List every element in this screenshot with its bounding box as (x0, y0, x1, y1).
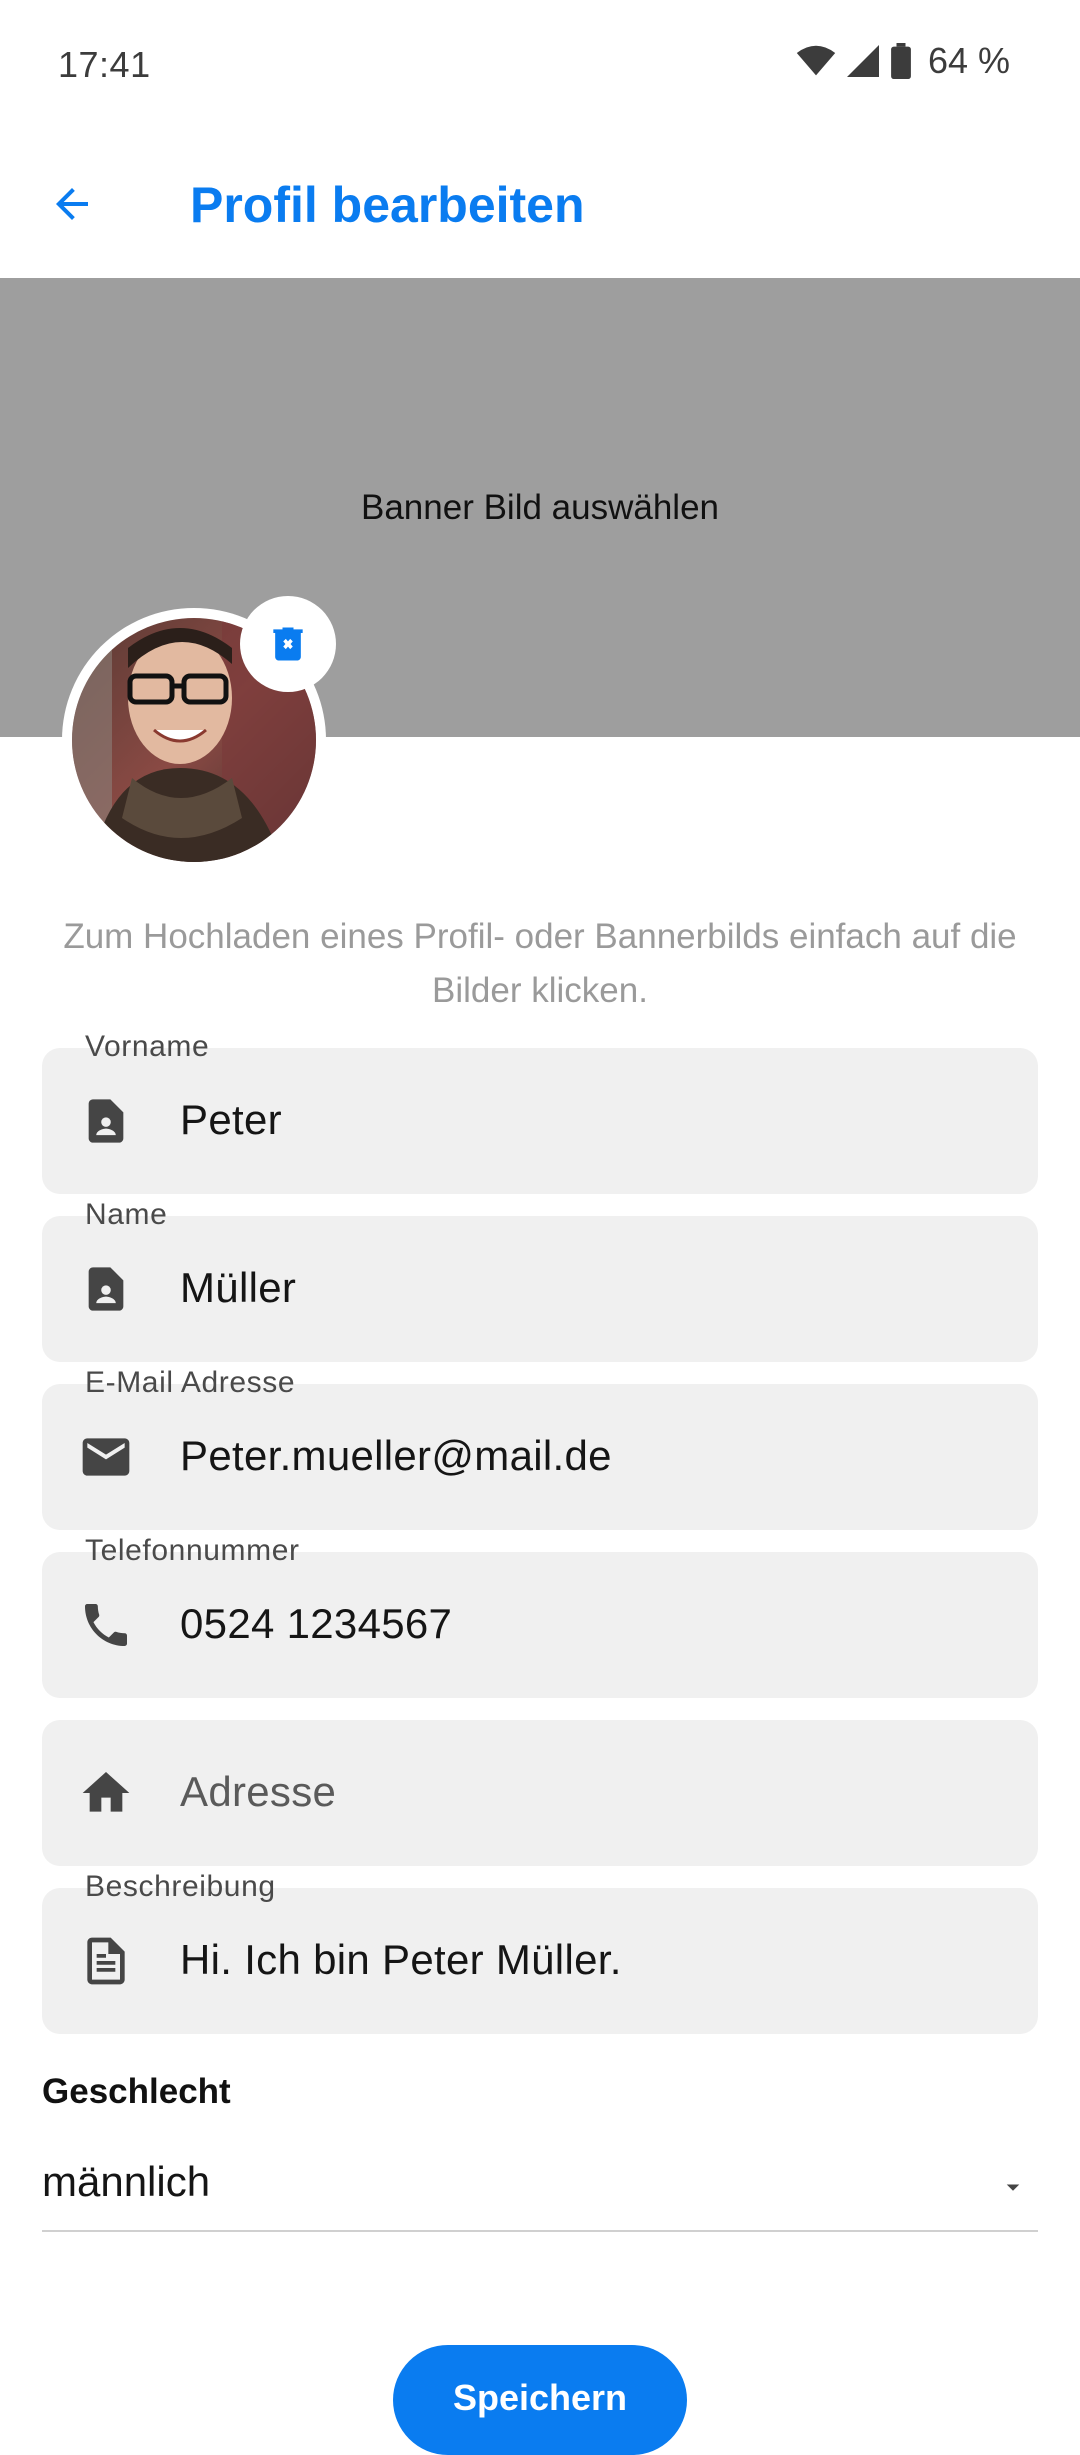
contact-card-icon (78, 1261, 134, 1317)
wifi-icon (796, 45, 836, 76)
lastname-label: Name (85, 1198, 168, 1231)
contact-card-icon (78, 1093, 134, 1149)
upload-hint: Zum Hochladen eines Profil- oder Bannerb… (63, 917, 1017, 1010)
gender-selected: männlich (42, 2158, 211, 2205)
firstname-input[interactable]: Peter (180, 1096, 282, 1144)
signal-icon (846, 45, 879, 77)
phone-icon (78, 1597, 134, 1653)
delete-icon (273, 627, 303, 661)
battery-icon (891, 43, 911, 79)
save-button[interactable]: Speichern (393, 2345, 687, 2455)
home-icon (78, 1765, 134, 1821)
banner-label[interactable]: Banner Bild auswählen (0, 488, 1080, 528)
status-icons: 64 % (796, 40, 1010, 82)
lastname-input[interactable]: Müller (180, 1264, 296, 1312)
status-time: 17:41 (58, 44, 151, 85)
description-label: Beschreibung (85, 1870, 276, 1903)
gender-dropdown[interactable]: männlich (42, 2150, 1038, 2232)
mail-icon (78, 1429, 134, 1485)
address-input[interactable]: Adresse (180, 1768, 336, 1816)
page-title: Profil bearbeiten (190, 177, 585, 233)
delete-photo-button[interactable] (240, 596, 336, 692)
phone-input[interactable]: 0524 1234567 (180, 1600, 452, 1648)
gender-label: Geschlecht (42, 2072, 231, 2111)
email-label: E-Mail Adresse (85, 1366, 296, 1399)
back-button[interactable] (38, 170, 106, 238)
save-label: Speichern (452, 2377, 628, 2418)
email-input[interactable]: Peter.mueller@mail.de (180, 1432, 612, 1480)
battery-percent: 64 % (927, 40, 1010, 81)
description-input[interactable]: Hi. Ich bin Peter Müller. (180, 1936, 622, 1984)
phone-label: Telefonnummer (85, 1534, 300, 1567)
arrow-back-icon (56, 188, 88, 220)
dropdown-arrow-icon (1006, 2184, 1020, 2191)
firstname-label: Vorname (85, 1030, 210, 1063)
document-icon (78, 1933, 134, 1989)
